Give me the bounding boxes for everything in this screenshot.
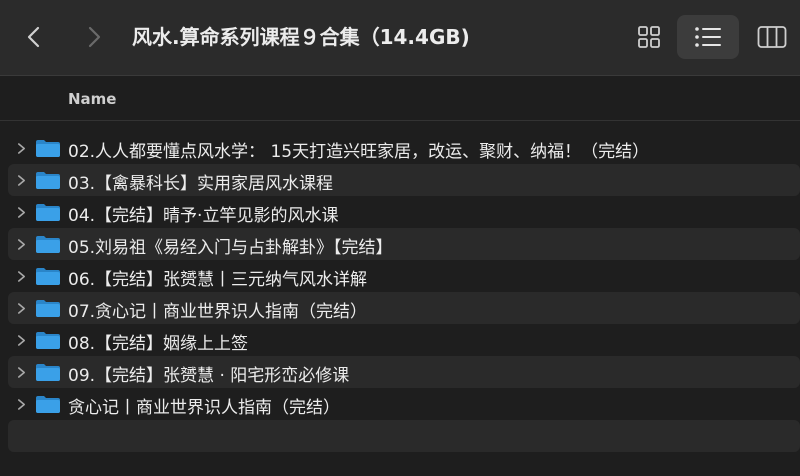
item-name: 06.【完结】张赟慧丨三元纳气风水详解 xyxy=(68,270,368,290)
list-view-icon xyxy=(695,27,721,47)
item-name: 02.人人都要懂点风水学： 15天打造兴旺家居，改运、聚财、纳福！（完结） xyxy=(68,142,650,162)
window-title: 风水.算命系列课程９合集（14.4GB) xyxy=(132,25,470,49)
folder-icon xyxy=(35,362,61,382)
list-item[interactable]: 贪心记丨商业世界识人指南（完结） xyxy=(8,388,800,420)
folder-icon xyxy=(35,202,61,222)
grid-view-button[interactable] xyxy=(630,15,668,59)
disclosure-chevron-icon[interactable] xyxy=(14,269,28,283)
disclosure-chevron-icon[interactable] xyxy=(14,333,28,347)
disclosure-chevron-icon[interactable] xyxy=(14,301,28,315)
folder-icon xyxy=(35,234,61,254)
list-item[interactable]: 08.【完结】姻缘上上签 xyxy=(8,324,800,356)
list-header: Name xyxy=(0,76,800,121)
column-view-button[interactable] xyxy=(752,15,792,59)
item-name: 05.刘易祖《易经入门与占卦解卦》【完结】 xyxy=(68,238,393,258)
name-column-header[interactable]: Name xyxy=(68,90,116,108)
list-item[interactable]: 03.【禽暴科长】实用家居风水课程 xyxy=(8,164,800,196)
disclosure-chevron-icon[interactable] xyxy=(14,205,28,219)
folder-icon xyxy=(35,394,61,414)
folder-icon xyxy=(35,330,61,350)
folder-icon xyxy=(35,298,61,318)
chevron-right-icon xyxy=(88,26,101,48)
column-view-icon xyxy=(757,26,787,48)
disclosure-chevron-icon[interactable] xyxy=(14,237,28,251)
list-item[interactable]: 02.人人都要懂点风水学： 15天打造兴旺家居，改运、聚财、纳福！（完结） xyxy=(8,132,800,164)
toolbar: 风水.算命系列课程９合集（14.4GB) xyxy=(0,0,800,76)
chevron-left-icon xyxy=(27,26,40,48)
item-name: 04.【完结】晴予·立竿见影的风水课 xyxy=(68,206,339,226)
list-item[interactable]: 05.刘易祖《易经入门与占卦解卦》【完结】 xyxy=(8,228,800,260)
folder-icon xyxy=(35,138,61,158)
list-item[interactable]: 09.【完结】张赟慧 · 阳宅形峦必修课 xyxy=(8,356,800,388)
item-name: 贪心记丨商业世界识人指南（完结） xyxy=(68,398,340,418)
item-name: 08.【完结】姻缘上上签 xyxy=(68,334,249,354)
disclosure-chevron-icon[interactable] xyxy=(14,365,28,379)
list-item[interactable]: 04.【完结】晴予·立竿见影的风水课 xyxy=(8,196,800,228)
empty-row xyxy=(8,420,800,452)
item-name: 07.贪心记丨商业世界识人指南（完结） xyxy=(68,302,368,322)
item-name: 03.【禽暴科长】实用家居风水课程 xyxy=(68,174,334,194)
list-item[interactable]: 06.【完结】张赟慧丨三元纳气风水详解 xyxy=(8,260,800,292)
list-item[interactable]: 07.贪心记丨商业世界识人指南（完结） xyxy=(8,292,800,324)
file-list: 02.人人都要懂点风水学： 15天打造兴旺家居，改运、聚财、纳福！（完结） 03.… xyxy=(8,132,800,452)
disclosure-chevron-icon[interactable] xyxy=(14,141,28,155)
disclosure-chevron-icon[interactable] xyxy=(14,397,28,411)
back-button[interactable] xyxy=(20,22,48,52)
folder-icon xyxy=(35,170,61,190)
list-view-button[interactable] xyxy=(677,15,739,59)
forward-button[interactable] xyxy=(80,22,108,52)
disclosure-chevron-icon[interactable] xyxy=(14,173,28,187)
grid-view-icon xyxy=(638,26,660,48)
folder-icon xyxy=(35,266,61,286)
item-name: 09.【完结】张赟慧 · 阳宅形峦必修课 xyxy=(68,366,350,386)
